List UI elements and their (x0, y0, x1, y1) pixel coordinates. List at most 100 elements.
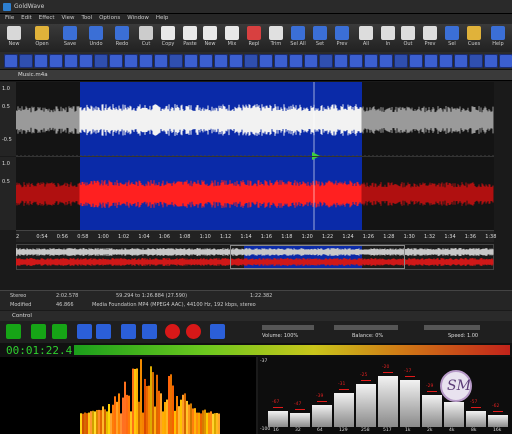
menu-effect[interactable]: Effect (39, 15, 55, 21)
menu-help[interactable]: Help (156, 15, 169, 21)
effect-tool-icon[interactable] (259, 54, 273, 68)
menu-tool[interactable]: Tool (81, 15, 92, 21)
eq-peak-marker (295, 409, 305, 410)
eq-bar (334, 393, 354, 427)
effect-tool-icon[interactable] (124, 54, 138, 68)
effect-tool-icon[interactable] (199, 54, 213, 68)
speed-slider[interactable] (424, 325, 480, 330)
eq-bar (444, 402, 464, 427)
effect-tool-icon[interactable] (289, 54, 303, 68)
effect-tool-icon[interactable] (334, 54, 348, 68)
menu-window[interactable]: Window (127, 15, 149, 21)
trim-button[interactable]: Trim (264, 26, 288, 51)
balance-slider[interactable] (334, 325, 398, 330)
select-all-button[interactable]: Sel All (286, 26, 310, 51)
app-icon (3, 3, 11, 11)
help-button[interactable]: Help (486, 26, 510, 51)
save-button[interactable]: Save (58, 26, 82, 51)
effect-tool-icon[interactable] (499, 54, 512, 68)
record-icon[interactable] (165, 324, 180, 339)
prev-button[interactable]: Prev (330, 26, 354, 51)
channel-mode: Stereo (10, 293, 26, 299)
eq-peak-value: -17 (404, 369, 411, 374)
toolbar-label: Help (486, 41, 510, 47)
effect-tool-icon[interactable] (469, 54, 483, 68)
eq-peak-marker (471, 407, 481, 408)
volume-slider[interactable] (262, 325, 314, 330)
paste-new-button[interactable]: New (198, 26, 222, 51)
effect-tool-icon[interactable] (439, 54, 453, 68)
eq-band-label: 16k (493, 428, 501, 433)
cues-button[interactable]: Cues (462, 26, 486, 51)
play-selection-icon[interactable] (31, 324, 46, 339)
replace-button[interactable]: Repl (242, 26, 266, 51)
effect-tool-icon[interactable] (394, 54, 408, 68)
pause-icon[interactable] (121, 324, 136, 339)
rewind-icon[interactable] (77, 324, 92, 339)
effect-tool-icon[interactable] (184, 54, 198, 68)
effect-tool-icon[interactable] (169, 54, 183, 68)
monitor-icon[interactable] (210, 324, 225, 339)
window-title: GoldWave (14, 3, 44, 10)
control-title: Control (12, 313, 32, 319)
toolbar-label: Set (308, 41, 332, 47)
effect-tool-icon[interactable] (79, 54, 93, 68)
effect-tool-icon[interactable] (349, 54, 363, 68)
overview-view-window[interactable] (230, 245, 405, 269)
timeline-tick: 1:10 (200, 234, 211, 240)
effect-tool-icon[interactable] (274, 54, 288, 68)
effect-tool-icon[interactable] (379, 54, 393, 68)
effect-tool-icon[interactable] (424, 54, 438, 68)
redo-button[interactable]: Redo (110, 26, 134, 51)
zoom-prev-button[interactable]: Prev (418, 26, 442, 51)
effect-tool-icon[interactable] (139, 54, 153, 68)
menu-file[interactable]: File (5, 15, 14, 21)
volume-label: Volume: 100% (262, 333, 298, 339)
watermark-logo: SM (440, 370, 472, 402)
mix-button[interactable]: Mix (220, 26, 244, 51)
effect-tool-icon[interactable] (34, 54, 48, 68)
effect-tool-icon[interactable] (64, 54, 78, 68)
effect-tool-icon[interactable] (94, 54, 108, 68)
cut-button[interactable]: Cut (134, 26, 158, 51)
undo-button[interactable]: Undo (84, 26, 108, 51)
copy-button[interactable]: Copy (156, 26, 180, 51)
effect-tool-icon[interactable] (454, 54, 468, 68)
eq-scale-top: -37 (260, 359, 267, 364)
zoom-out-button[interactable]: Out (396, 26, 420, 51)
effect-tool-icon[interactable] (229, 54, 243, 68)
effect-tool-icon[interactable] (364, 54, 378, 68)
record-selection-icon[interactable] (186, 324, 201, 339)
effect-tool-icon[interactable] (109, 54, 123, 68)
fast-forward-icon[interactable] (96, 324, 111, 339)
effect-tool-icon[interactable] (244, 54, 258, 68)
timeline-ruler[interactable]: 2 0:54 0:56 0:58 1:00 1:02 1:04 1:06 1:08 1:10 1:1… (16, 230, 494, 242)
folder-button[interactable]: Open (30, 26, 54, 51)
play-custom-icon[interactable] (52, 324, 67, 339)
eq-peak-marker (405, 376, 415, 377)
toolbar-label: Undo (84, 41, 108, 47)
menu-view[interactable]: View (61, 15, 74, 21)
zoom-all-button[interactable]: All (354, 26, 378, 51)
menu-edit[interactable]: Edit (21, 15, 32, 21)
toolbar-label: Sel All (286, 41, 310, 47)
effect-tool-icon[interactable] (4, 54, 18, 68)
effect-tool-icon[interactable] (409, 54, 423, 68)
zoom-sel-button[interactable]: Sel (440, 26, 464, 51)
effect-tool-icon[interactable] (319, 54, 333, 68)
eq-band-label: 129 (339, 428, 348, 433)
new-file-button[interactable]: New (2, 26, 26, 51)
effect-tool-icon[interactable] (214, 54, 228, 68)
effect-tool-icon[interactable] (19, 54, 33, 68)
play-icon[interactable] (6, 324, 21, 339)
effect-tool-icon[interactable] (154, 54, 168, 68)
effect-tool-icon[interactable] (304, 54, 318, 68)
stop-icon[interactable] (142, 324, 157, 339)
menu-options[interactable]: Options (99, 15, 120, 21)
effect-tool-icon[interactable] (49, 54, 63, 68)
set-button[interactable]: Set (308, 26, 332, 51)
effect-tool-icon[interactable] (484, 54, 498, 68)
toolbar-label: New (2, 41, 26, 47)
timeline-tick: 1:00 (98, 234, 109, 240)
timeline-tick: 1:20 (302, 234, 313, 240)
